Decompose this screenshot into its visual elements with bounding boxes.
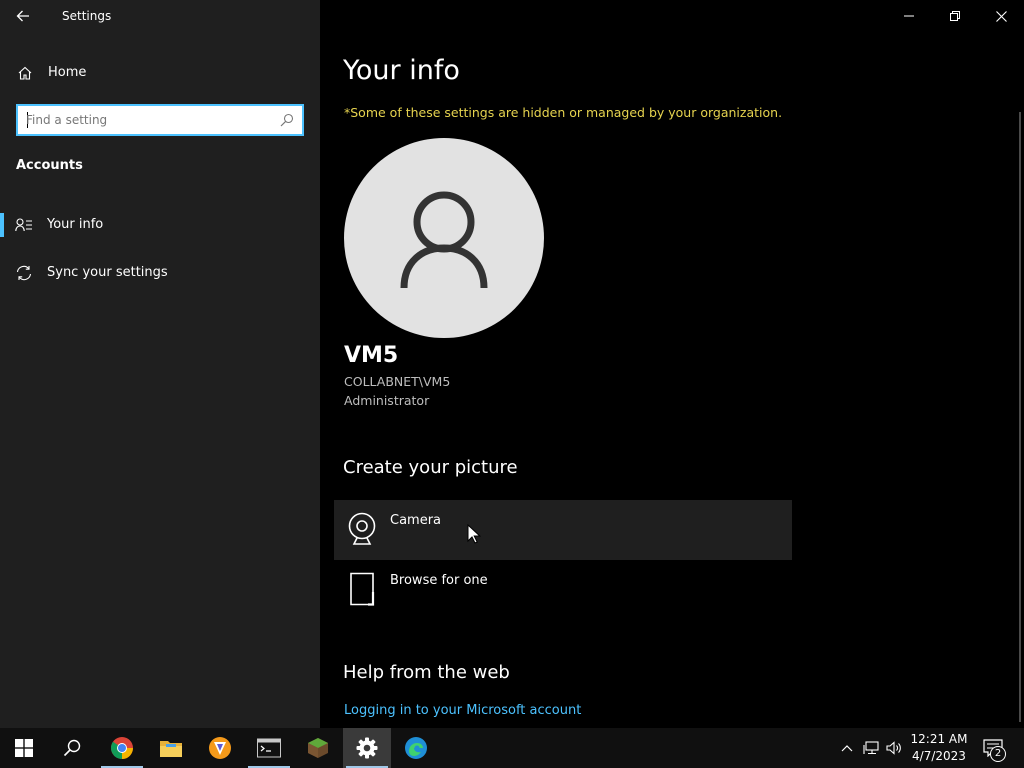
- person-icon: [400, 191, 488, 289]
- minimize-button[interactable]: [886, 0, 932, 32]
- sidebar-item-label: Your info: [47, 217, 104, 232]
- sidebar-item-label: Sync your settings: [47, 265, 168, 280]
- taskbar-minecraft[interactable]: [294, 728, 342, 768]
- mouse-pointer-icon: [467, 524, 481, 544]
- taskbar-brave[interactable]: [196, 728, 244, 768]
- start-button[interactable]: [0, 728, 48, 768]
- chrome-icon: [111, 737, 133, 759]
- home-icon: [18, 66, 32, 80]
- taskbar: 12:21 AM 4/7/2023 2: [0, 728, 1024, 768]
- show-hidden-icons-button[interactable]: [839, 740, 855, 756]
- taskbar-edge[interactable]: [392, 728, 440, 768]
- page-title: Your info: [343, 55, 460, 86]
- app-title: Settings: [62, 9, 112, 23]
- edge-icon: [405, 737, 427, 759]
- close-icon: [995, 10, 1007, 22]
- taskbar-search-button[interactable]: [48, 728, 96, 768]
- taskbar-terminal[interactable]: [245, 728, 293, 768]
- search-box[interactable]: [16, 104, 304, 136]
- org-managed-notice: *Some of these settings are hidden or ma…: [344, 105, 783, 120]
- brave-icon: [209, 737, 231, 759]
- title-bar: Settings: [0, 0, 320, 32]
- home-label: Home: [48, 65, 87, 80]
- camera-option-label: Camera: [390, 513, 442, 528]
- section-heading-accounts: Accounts: [16, 158, 83, 173]
- close-button[interactable]: [978, 0, 1024, 32]
- user-role: Administrator: [344, 393, 430, 408]
- volume-tray-button[interactable]: [886, 740, 902, 756]
- terminal-icon: [257, 738, 281, 758]
- camera-icon: [348, 512, 376, 545]
- help-link-microsoft-account[interactable]: Logging in to your Microsoft account: [344, 703, 581, 718]
- network-icon: [863, 741, 879, 755]
- browse-file-icon: [350, 572, 375, 606]
- restore-icon: [950, 11, 960, 21]
- clock-date: 4/7/2023: [912, 749, 966, 763]
- gear-icon: [356, 737, 378, 759]
- folder-icon: [160, 741, 182, 757]
- create-picture-heading: Create your picture: [343, 457, 518, 478]
- sidebar: Settings Home Accounts Your info Sync yo…: [0, 0, 320, 728]
- browse-option[interactable]: Browse for one: [334, 560, 792, 620]
- search-input[interactable]: [26, 111, 266, 129]
- speaker-icon: [886, 741, 901, 755]
- scrollbar[interactable]: [1019, 112, 1021, 722]
- taskbar-settings[interactable]: [343, 728, 391, 768]
- contact-info-icon: [15, 218, 32, 232]
- back-button[interactable]: [10, 4, 36, 28]
- search-icon[interactable]: [280, 113, 294, 127]
- windows-logo-icon: [15, 739, 33, 757]
- sync-icon: [16, 265, 32, 281]
- user-domain: COLLABNET\VM5: [344, 374, 451, 389]
- action-center-button[interactable]: 2: [978, 728, 1024, 768]
- restore-button[interactable]: [932, 0, 978, 32]
- minecraft-icon: [308, 738, 328, 758]
- active-indicator: [0, 213, 4, 237]
- home-nav-item[interactable]: Home: [0, 57, 320, 89]
- sidebar-item-your-info[interactable]: Your info: [0, 205, 320, 245]
- taskbar-file-explorer[interactable]: [147, 728, 195, 768]
- user-name: VM5: [344, 343, 399, 368]
- sidebar-item-sync-settings[interactable]: Sync your settings: [0, 253, 320, 293]
- network-tray-button[interactable]: [863, 740, 879, 756]
- help-heading: Help from the web: [343, 662, 510, 683]
- browse-option-label: Browse for one: [390, 573, 488, 588]
- clock-time: 12:21 AM: [910, 732, 968, 746]
- search-icon: [63, 739, 81, 757]
- taskbar-chrome[interactable]: [98, 728, 146, 768]
- back-arrow-icon: [16, 10, 29, 22]
- taskbar-clock[interactable]: 12:21 AM 4/7/2023: [904, 731, 974, 765]
- notification-count-badge: 2: [990, 746, 1006, 762]
- avatar: [344, 138, 544, 338]
- camera-option[interactable]: Camera: [334, 500, 792, 560]
- chevron-up-icon: [841, 745, 853, 752]
- minimize-icon: [904, 15, 914, 17]
